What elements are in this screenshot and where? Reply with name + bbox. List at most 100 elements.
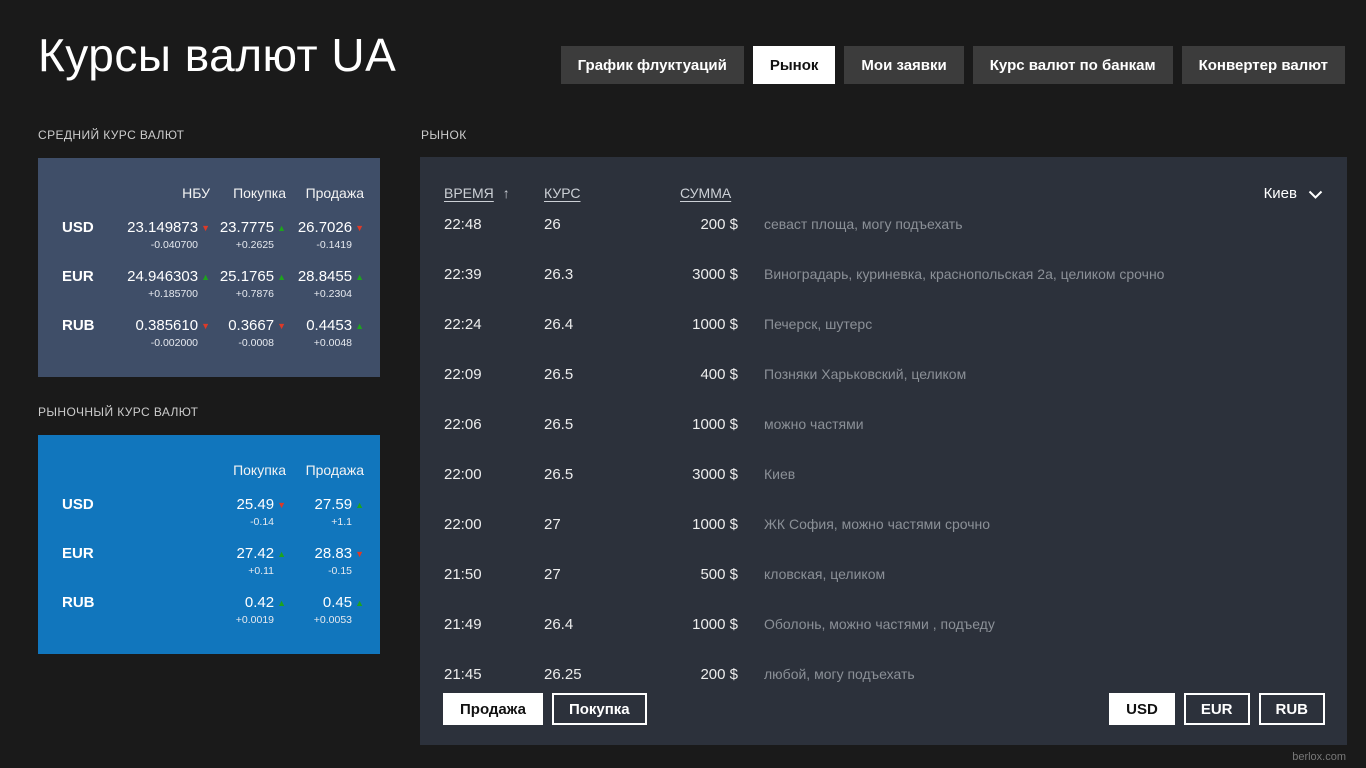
rate-cell: 25.49 ▼ -0.14 (210, 495, 286, 529)
rate-cell: 27.42 ▲ +0.11 (210, 544, 286, 578)
order-amount: 1000 $ (692, 515, 738, 533)
rate-value: 0.42 (244, 594, 275, 611)
rate-value: 27.59 (314, 496, 353, 513)
avg-rates-section-label: СРЕДНИЙ КУРС ВАЛЮТ (38, 128, 185, 142)
market-row[interactable]: 22:24 26.4 1000 $ Печерск, шутерс (444, 299, 1323, 349)
rate-delta: +0.0019 (235, 614, 274, 626)
market-row[interactable]: 22:09 26.5 400 $ Позняки Харьковский, целик… (444, 349, 1323, 399)
page-title: Курсы валют UA (38, 29, 397, 81)
order-time: 21:49 (444, 615, 482, 633)
order-note: севаст площа, могу подъехать (764, 216, 963, 232)
order-rate: 26.4 (544, 315, 574, 333)
currency-label: USD (62, 496, 94, 513)
nav-tab-0[interactable]: График флуктуаций (560, 46, 744, 84)
market-row[interactable]: 22:06 26.5 1000 $ можно частями (444, 399, 1323, 449)
order-rate: 26.4 (544, 615, 574, 633)
rate-cell: 27.59 ▲ +1.1 (286, 495, 364, 529)
currency-label: RUB (62, 317, 95, 334)
trend-up-icon: ▲ (277, 549, 286, 559)
order-note: Оболонь, можно частями , подъеду (764, 616, 995, 632)
avg-rates-header: НБУ Покупка Продажа (62, 184, 364, 202)
order-amount: 3000 $ (692, 265, 738, 283)
order-rate: 26.3 (544, 265, 574, 283)
rate-value: 27.42 (236, 545, 275, 562)
trend-down-icon: ▼ (201, 321, 210, 331)
market-row[interactable]: 21:45 26.25 200 $ любой, могу подъехать (444, 649, 1323, 699)
rate-value-line: 28.8455 ▲ (286, 267, 364, 287)
currency-label: USD (62, 219, 94, 236)
order-time: 22:00 (444, 465, 482, 483)
order-note: любой, могу подъехать (764, 666, 915, 682)
order-amount: 1000 $ (692, 315, 738, 333)
rate-value: 0.3667 (228, 317, 275, 334)
rate-cell: 25.1765 ▲ +0.7876 (210, 267, 286, 301)
currency-label: EUR (62, 545, 94, 562)
order-time: 22:24 (444, 315, 482, 333)
column-header-buy: Покупка (233, 185, 286, 201)
market-row[interactable]: 22:00 27 1000 $ ЖК София, можно частями сро… (444, 499, 1323, 549)
trend-up-icon: ▲ (355, 272, 364, 282)
rate-delta: +0.2625 (235, 239, 274, 251)
order-time: 22:00 (444, 515, 482, 533)
market-row[interactable]: 22:00 26.5 3000 $ Киев (444, 449, 1323, 499)
order-rate: 26.25 (544, 665, 582, 683)
nav-tab-4[interactable]: Конвертер валют (1181, 46, 1345, 84)
trend-down-icon: ▼ (277, 321, 286, 331)
trend-down-icon: ▼ (201, 223, 210, 233)
market-row[interactable]: 21:50 27 500 $ кловская, целиком (444, 549, 1323, 599)
order-type-filter-0[interactable]: Продажа (443, 693, 543, 725)
nav-tab-2[interactable]: Мои заявки (844, 46, 964, 84)
trend-down-icon: ▼ (277, 500, 286, 510)
market-row[interactable]: 22:39 26.3 3000 $ Виноградарь, куриневка, к… (444, 249, 1323, 299)
trend-down-icon: ▼ (355, 223, 364, 233)
rate-row: USD 23.149873 ▼ -0.040700 23.7775 ▲ +0.2625 26.… (62, 218, 364, 267)
order-note: Печерск, шутерс (764, 316, 873, 332)
order-amount: 400 $ (700, 365, 738, 383)
rate-cell: 26.7026 ▼ -0.1419 (286, 218, 364, 252)
rate-delta: +0.2304 (313, 288, 352, 300)
trend-up-icon: ▲ (201, 272, 210, 282)
currency-filter-1[interactable]: EUR (1183, 693, 1250, 725)
order-type-filter-1[interactable]: Покупка (551, 693, 647, 725)
rate-delta: +0.0053 (313, 614, 352, 626)
order-amount: 1000 $ (692, 615, 738, 633)
market-filters: Продажа Покупка USD EUR RUB (443, 693, 1325, 725)
rate-value: 28.83 (314, 545, 353, 562)
rate-cell: 0.385610 ▼ -0.002000 (96, 316, 211, 350)
rate-delta: +0.185700 (148, 288, 198, 300)
market-section-label: РЫНОК (421, 128, 467, 142)
rate-cell: 28.83 ▼ -0.15 (286, 544, 364, 578)
rate-row: USD 25.49 ▼ -0.14 27.59 ▲ +1.1 (62, 495, 364, 544)
column-header-nbu: НБУ (182, 185, 210, 201)
order-note: Киев (764, 466, 796, 482)
rate-value-line: 0.42 ▲ (210, 593, 286, 613)
rate-value-line: 0.45 ▲ (286, 593, 364, 613)
market-rates-body: USD 25.49 ▼ -0.14 27.59 ▲ +1.1 EUR 27.42 ▲ +0.11 28… (62, 495, 364, 642)
order-rate: 26.5 (544, 465, 574, 483)
rate-value-line: 0.3667 ▼ (210, 316, 286, 336)
rate-delta: -0.002000 (150, 337, 198, 349)
watermark: berlox.com (1292, 751, 1346, 763)
nav-tab-3[interactable]: Курс валют по банкам (972, 46, 1173, 84)
rate-delta: +0.11 (248, 565, 274, 577)
top-nav: График флуктуаций Рынок Мои заявки Курс вал… (560, 46, 1345, 84)
nav-tab-1[interactable]: Рынок (752, 46, 836, 84)
order-rate: 26.5 (544, 365, 574, 383)
order-note: можно частями (764, 416, 864, 432)
order-time: 21:45 (444, 665, 482, 683)
rate-value-line: 23.149873 ▼ (96, 218, 210, 238)
market-row[interactable]: 21:49 26.4 1000 $ Оболонь, можно частями , … (444, 599, 1323, 649)
rate-delta: +0.7876 (235, 288, 274, 300)
rate-row: EUR 24.946303 ▲ +0.185700 25.1765 ▲ +0.7876 28.… (62, 267, 364, 316)
currency-filter-0[interactable]: USD (1109, 693, 1175, 725)
rate-value-line: 28.83 ▼ (286, 544, 364, 564)
rate-delta: -0.14 (250, 516, 274, 528)
order-amount: 3000 $ (692, 465, 738, 483)
order-note: кловская, целиком (764, 566, 886, 582)
currency-filter-2[interactable]: RUB (1258, 693, 1325, 725)
trend-up-icon: ▲ (277, 598, 286, 608)
currency-label: RUB (62, 594, 95, 611)
order-time: 21:50 (444, 565, 482, 583)
market-row[interactable]: 22:48 26 200 $ севаст площа, могу подъехать (444, 199, 1323, 249)
rate-row: RUB 0.42 ▲ +0.0019 0.45 ▲ +0.0053 (62, 593, 364, 642)
